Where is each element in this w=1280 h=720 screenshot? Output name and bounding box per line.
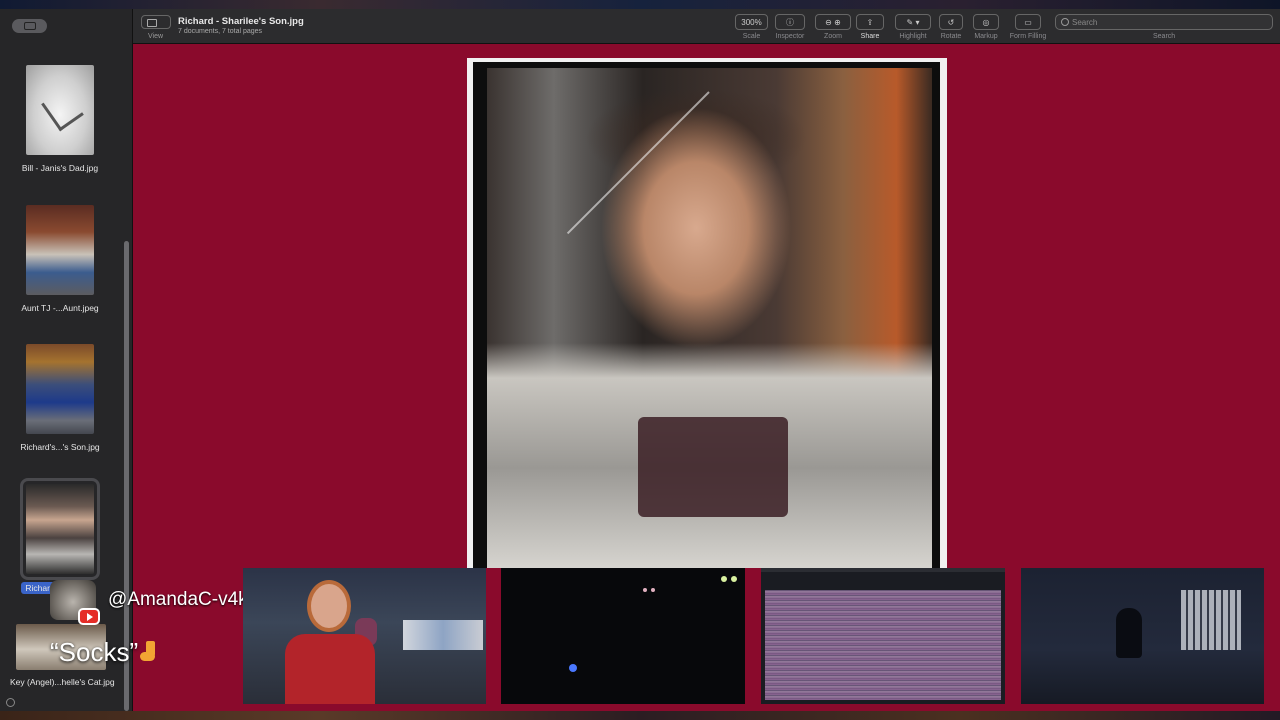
view-label: View [148, 33, 164, 40]
desktop-top-strip [0, 0, 1280, 9]
thumbnail-label: Aunt TJ -...Aunt.jpeg [21, 303, 99, 313]
thumbnail-image [26, 344, 94, 434]
light-dot [721, 576, 727, 582]
light-dot [651, 588, 655, 592]
thumbnail-item[interactable]: Bill - Janis's Dad.jpg [10, 65, 110, 173]
search-label: Search [1153, 33, 1176, 40]
background-monitors [403, 620, 483, 650]
add-icon[interactable] [6, 698, 15, 707]
thumbnail-image [26, 65, 94, 155]
channel-handle: @AmandaC-v4k [108, 589, 248, 610]
thumbnail-label: Key (Angel)...helle's Cat.jpg [10, 677, 115, 687]
webcam-feed-room [1021, 568, 1264, 704]
scale-button[interactable]: 300% [735, 14, 768, 30]
webcam-feed-dark-room [501, 568, 745, 704]
light-dot [731, 576, 737, 582]
search-field[interactable] [1055, 14, 1273, 30]
photo-frame [473, 62, 940, 568]
toolbar: View Richard - Sharilee's Son.jpg 7 docu… [133, 9, 1280, 44]
overlay-caption: “Socks” [50, 637, 162, 668]
spectrogram [765, 590, 1001, 700]
document-image [467, 58, 947, 568]
markup-icon[interactable]: ◎ [973, 14, 999, 30]
thumbnail-label: Bill - Janis's Dad.jpg [21, 163, 99, 173]
document-title: Richard - Sharilee's Son.jpg [178, 16, 304, 27]
light-dot [569, 664, 577, 672]
screen: Bill - Janis's Dad.jpg Aunt TJ -...Aunt.… [0, 0, 1280, 720]
rotate-icon[interactable]: ↺ [939, 14, 963, 30]
form-filling-icon[interactable]: ▭ [1015, 14, 1041, 30]
share-icon[interactable]: ⇪ [856, 14, 884, 30]
caption-text: “Socks” [50, 637, 139, 667]
markup-label: Markup [974, 33, 998, 40]
thumbnail-image [20, 478, 100, 580]
highlight-icon[interactable]: ✎ ▾ [895, 14, 931, 30]
youtube-icon [78, 608, 100, 625]
zoom-control[interactable]: ⊖ ⊕ [815, 14, 851, 30]
head [307, 580, 351, 632]
thumbnail-item[interactable]: Richard's...'s Son.jpg [10, 344, 110, 452]
zoom-in-icon[interactable]: ⊕ [834, 18, 841, 27]
sidebar-toggle-icon[interactable] [12, 19, 47, 33]
thumbnail-item[interactable]: Aunt TJ -...Aunt.jpeg [10, 205, 110, 313]
view-icon[interactable] [141, 15, 171, 29]
zoom-label: Zoom [824, 33, 842, 40]
rotate-label: Rotate [940, 33, 962, 40]
zoom-out-icon[interactable]: ⊖ [825, 18, 832, 27]
share-label: Share [860, 33, 880, 40]
thumbnail-label: Richard's...'s Son.jpg [20, 442, 100, 452]
streamer [285, 576, 375, 704]
light-dot [643, 588, 647, 592]
form-filling-label: Form Filling [1009, 33, 1047, 40]
search-input[interactable] [1072, 16, 1262, 28]
silhouette [1116, 608, 1142, 658]
sweater [285, 634, 375, 704]
document-subtitle: 7 documents, 7 total pages [178, 28, 263, 35]
shirt-shadow [638, 417, 788, 517]
desktop-bottom-strip [0, 711, 1280, 720]
window-blinds [1181, 590, 1241, 650]
thumbnail-image [26, 205, 94, 295]
search-icon [1061, 18, 1069, 26]
webcam-feed-host [243, 568, 486, 704]
inspector-label: Inspector [775, 33, 805, 40]
inspector-icon[interactable]: ⓘ [775, 14, 805, 30]
sock-icon [140, 641, 162, 663]
screen-capture-feed [761, 568, 1005, 704]
scale-label: Scale [742, 33, 761, 40]
highlight-label: Highlight [899, 33, 927, 40]
